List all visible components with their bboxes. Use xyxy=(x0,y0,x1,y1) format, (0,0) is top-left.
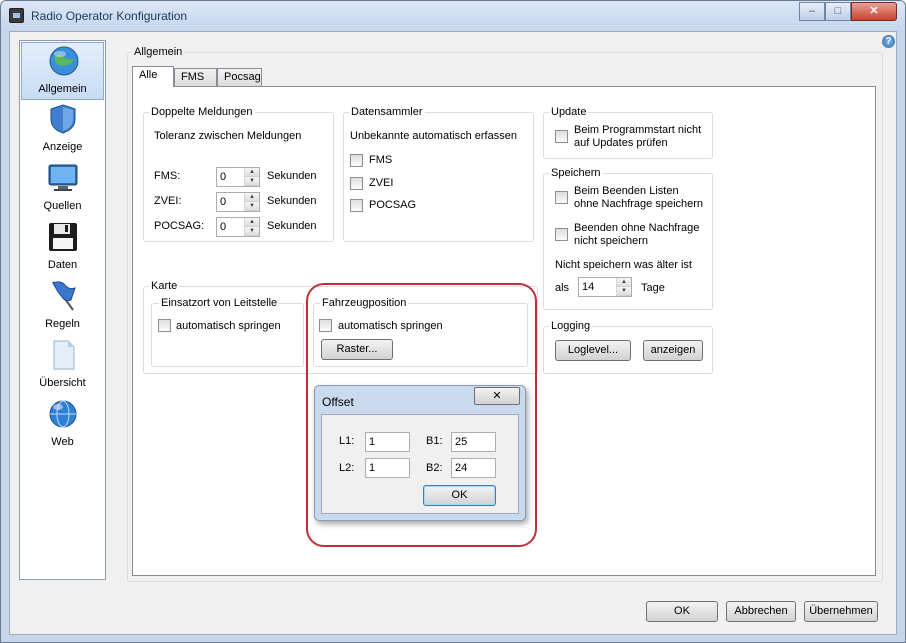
ok-button[interactable]: OK xyxy=(646,601,718,622)
sidebar-item-daten[interactable]: Daten xyxy=(21,219,104,277)
arrow-down-icon[interactable]: ▼ xyxy=(245,202,259,211)
document-icon xyxy=(53,340,75,370)
karte-title: Karte xyxy=(149,280,180,292)
pocsag-unit-label: Sekunden xyxy=(267,220,317,232)
spinner-arrows[interactable]: ▲ ▼ xyxy=(244,193,259,211)
einsatzort-checkbox[interactable] xyxy=(158,319,171,332)
speichern-opt1-line2: ohne Nachfrage speichern xyxy=(574,198,704,210)
logging-title: Logging xyxy=(549,320,593,332)
maximize-button[interactable]: □ xyxy=(825,2,851,21)
floppy-disk-icon xyxy=(49,223,77,251)
speichern-als-label: als xyxy=(555,282,570,294)
sidebar-item-web[interactable]: Web xyxy=(21,396,104,454)
einsatzort-group xyxy=(151,303,304,367)
apply-button[interactable]: Übernehmen xyxy=(804,601,878,622)
pocsag-tolerance-label: POCSAG: xyxy=(154,220,205,232)
sidebar-item-allgemein[interactable]: Allgemein xyxy=(21,42,104,100)
arrow-up-icon[interactable]: ▲ xyxy=(245,168,259,177)
cancel-button[interactable]: Abbrechen xyxy=(726,601,796,622)
sidebar-item-quellen[interactable]: Quellen xyxy=(21,160,104,218)
datensammler-zvei-label: ZVEI xyxy=(369,177,394,189)
datensammler-pocsag-checkbox[interactable] xyxy=(350,199,363,212)
update-checkbox[interactable] xyxy=(555,130,568,143)
speichern-older-label: Nicht speichern was älter ist xyxy=(555,259,692,271)
datensammler-fms-label: FMS xyxy=(369,154,393,166)
speichern-days-spinner[interactable]: 14 ▲ ▼ xyxy=(578,277,632,297)
doppelte-meldungen-title: Doppelte Meldungen xyxy=(149,106,255,118)
einsatzort-checkbox-label: automatisch springen xyxy=(176,320,281,332)
sidebar-item-uebersicht[interactable]: Übersicht xyxy=(21,337,104,395)
datensammler-title: Datensammler xyxy=(349,106,425,118)
sidebar: Allgemein Anzeige Quellen Daten Regeln Ü… xyxy=(19,40,106,580)
sidebar-item-label: Regeln xyxy=(45,318,80,330)
radio-app-icon xyxy=(9,8,24,23)
fms-tolerance-spinner[interactable]: 0 ▲ ▼ xyxy=(216,167,260,187)
sidebar-item-label: Web xyxy=(51,436,74,448)
update-title: Update xyxy=(549,106,589,118)
speichern-days-unit: Tage xyxy=(641,282,665,294)
einsatzort-title: Einsatzort von Leitstelle xyxy=(159,297,280,309)
close-button[interactable]: ✕ xyxy=(851,2,897,21)
sidebar-item-regeln[interactable]: Regeln xyxy=(21,278,104,336)
pocsag-tolerance-spinner[interactable]: 0 ▲ ▼ xyxy=(216,217,260,237)
sidebar-item-anzeige[interactable]: Anzeige xyxy=(21,101,104,159)
arrow-up-icon[interactable]: ▲ xyxy=(245,193,259,202)
datensammler-zvei-checkbox[interactable] xyxy=(350,177,363,190)
globe-icon xyxy=(49,46,79,76)
speichern-opt2-line2: nicht speichern xyxy=(574,235,648,247)
spinner-value: 0 xyxy=(220,196,227,208)
window-title: Radio Operator Konfiguration xyxy=(31,9,188,23)
tab-fms[interactable]: FMS xyxy=(174,68,217,86)
spinner-arrows[interactable]: ▲ ▼ xyxy=(616,278,631,296)
help-icon[interactable]: ? xyxy=(882,35,895,48)
highlight-annotation xyxy=(306,283,537,547)
sidebar-item-label: Übersicht xyxy=(39,377,86,389)
spinner-arrows[interactable]: ▲ ▼ xyxy=(244,168,259,186)
zvei-tolerance-spinner[interactable]: 0 ▲ ▼ xyxy=(216,192,260,212)
update-label-line1: Beim Programmstart nicht xyxy=(574,124,702,136)
sidebar-item-label: Allgemein xyxy=(38,83,87,95)
fms-tolerance-label: FMS: xyxy=(154,170,181,182)
spinner-arrows[interactable]: ▲ ▼ xyxy=(244,218,259,236)
datensammler-subtitle: Unbekannte automatisch erfassen xyxy=(350,130,517,142)
speichern-beenden-checkbox[interactable] xyxy=(555,228,568,241)
web-globe-icon xyxy=(49,400,77,428)
datensammler-fms-checkbox[interactable] xyxy=(350,154,363,167)
speichern-listen-checkbox[interactable] xyxy=(555,191,568,204)
arrow-up-icon[interactable]: ▲ xyxy=(245,218,259,227)
monitor-icon xyxy=(48,164,78,191)
sidebar-item-label: Daten xyxy=(47,259,78,271)
zvei-unit-label: Sekunden xyxy=(267,195,317,207)
anzeigen-button[interactable]: anzeigen xyxy=(643,340,703,361)
title-bar: Radio Operator Konfiguration – □ ✕ xyxy=(1,1,905,31)
datensammler-pocsag-label: POCSAG xyxy=(369,199,417,211)
spinner-value: 14 xyxy=(582,281,595,293)
sidebar-item-label: Quellen xyxy=(43,200,82,212)
flag-icon xyxy=(52,281,76,311)
sidebar-item-label: Anzeige xyxy=(42,141,83,153)
tab-pocsag[interactable]: Pocsag xyxy=(217,68,262,86)
arrow-down-icon[interactable]: ▼ xyxy=(245,177,259,186)
tab-alle[interactable]: Alle xyxy=(132,66,174,87)
arrow-up-icon[interactable]: ▲ xyxy=(617,278,631,287)
shield-icon xyxy=(50,104,76,134)
allgemein-group-title: Allgemein xyxy=(132,46,185,58)
speichern-opt2-line1: Beenden ohne Nachfrage xyxy=(574,222,700,234)
toleranz-label: Toleranz zwischen Meldungen xyxy=(154,130,302,142)
zvei-tolerance-label: ZVEI: xyxy=(154,195,182,207)
fms-unit-label: Sekunden xyxy=(267,170,317,182)
speichern-opt1-line1: Beim Beenden Listen xyxy=(574,185,679,197)
arrow-down-icon[interactable]: ▼ xyxy=(245,227,259,236)
minimize-button[interactable]: – xyxy=(799,2,825,21)
update-label-line2: auf Updates prüfen xyxy=(574,137,668,149)
arrow-down-icon[interactable]: ▼ xyxy=(617,287,631,296)
spinner-value: 0 xyxy=(220,171,227,183)
app-window: Radio Operator Konfiguration – □ ✕ ? All… xyxy=(0,0,906,643)
spinner-value: 0 xyxy=(220,221,227,233)
loglevel-button[interactable]: Loglevel... xyxy=(555,340,631,361)
speichern-title: Speichern xyxy=(549,167,603,179)
